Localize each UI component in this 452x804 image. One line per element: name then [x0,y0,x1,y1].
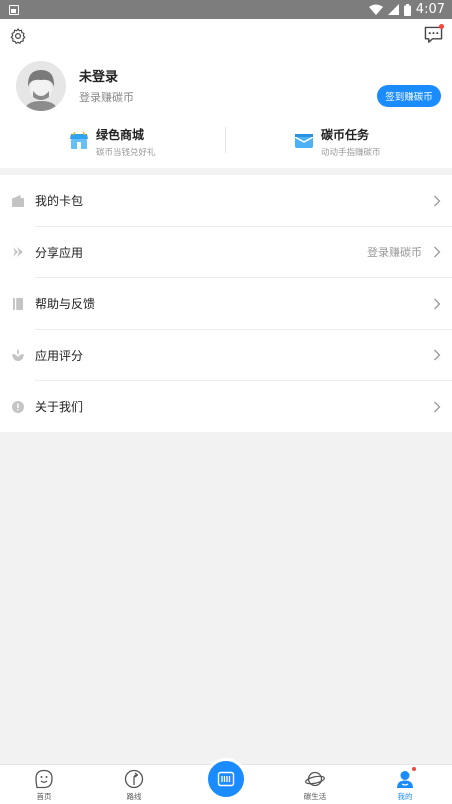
green-mall-entry[interactable]: 绿色商城 碳币当钱兑好礼 [69,127,156,161]
chevron-right-icon [434,298,441,310]
nav-home[interactable]: 首页 [24,769,64,802]
menu-row-wallet[interactable]: 我的卡包 [0,175,452,227]
message-badge [439,24,444,29]
wallet-icon [12,194,24,207]
scan-card-icon [217,771,235,787]
menu-list: 我的卡包 分享应用 登录赚碳币 帮助与反馈 应用评分 关于我们 [0,175,452,432]
nav-mine-badge [412,767,416,771]
carbon-task-title: 碳币任务 [321,128,370,142]
carbon-task-entry[interactable]: 碳币任务 动动手指赚碳币 [294,127,381,161]
menu-label-wallet: 我的卡包 [35,194,84,209]
nav-label-mine: 我的 [397,792,413,801]
task-icon [294,134,314,148]
menu-label-about: 关于我们 [35,400,84,415]
user-name[interactable]: 未登录 [79,66,118,85]
menu-row-rating[interactable]: 应用评分 [0,330,452,381]
help-icon [13,297,23,310]
notification-app-icon [9,4,19,15]
chevron-right-icon [434,246,441,258]
scan-button[interactable] [205,758,247,800]
route-icon [124,769,144,789]
chevron-right-icon [434,401,441,413]
home-face-icon [35,769,53,789]
status-time: 4:07 [415,2,445,17]
shop-icon [70,131,88,149]
nav-label-route: 路线 [126,792,142,801]
menu-extra-share: 登录赚碳币 [367,246,422,260]
carbon-task-subtitle: 动动手指赚碳币 [321,148,381,158]
info-icon [12,400,24,413]
wifi-icon [368,4,383,15]
login-prompt[interactable]: 登录赚碳币 [79,89,134,105]
avatar[interactable] [16,61,66,111]
chevron-right-icon [434,349,441,361]
nav-label-carbon-life: 碳生活 [303,792,327,801]
nav-label-home: 首页 [36,792,52,801]
default-avatar-icon [16,61,66,111]
share-icon [13,247,23,258]
menu-label-rating: 应用评分 [35,348,84,363]
rating-icon [12,349,24,362]
green-mall-subtitle: 碳币当钱兑好礼 [96,148,156,158]
profile-header: 未登录 登录赚碳币 签到赚碳币 绿色商城 碳币当钱兑好礼 碳币任务 动动手指赚碳… [0,19,452,168]
chevron-right-icon [434,195,441,207]
menu-label-help: 帮助与反馈 [35,297,96,312]
menu-row-about[interactable]: 关于我们 [0,381,452,433]
menu-row-help[interactable]: 帮助与反馈 [0,278,452,330]
profile-icon [397,771,413,788]
menu-row-share[interactable]: 分享应用 登录赚碳币 [0,227,452,278]
status-bar: 4:07 [0,0,452,19]
nav-carbon-life[interactable]: 碳生活 [295,769,335,802]
gear-icon[interactable] [9,27,27,45]
quick-divider [225,127,226,153]
signin-earn-button[interactable]: 签到赚碳币 [377,85,441,107]
nav-route[interactable]: 路线 [114,769,154,802]
green-mall-title: 绿色商城 [96,128,145,142]
menu-label-share: 分享应用 [35,245,84,260]
battery-icon [403,3,411,16]
signal-icon [387,4,399,15]
nav-mine[interactable]: 我的 [385,769,425,802]
planet-icon [305,771,325,787]
